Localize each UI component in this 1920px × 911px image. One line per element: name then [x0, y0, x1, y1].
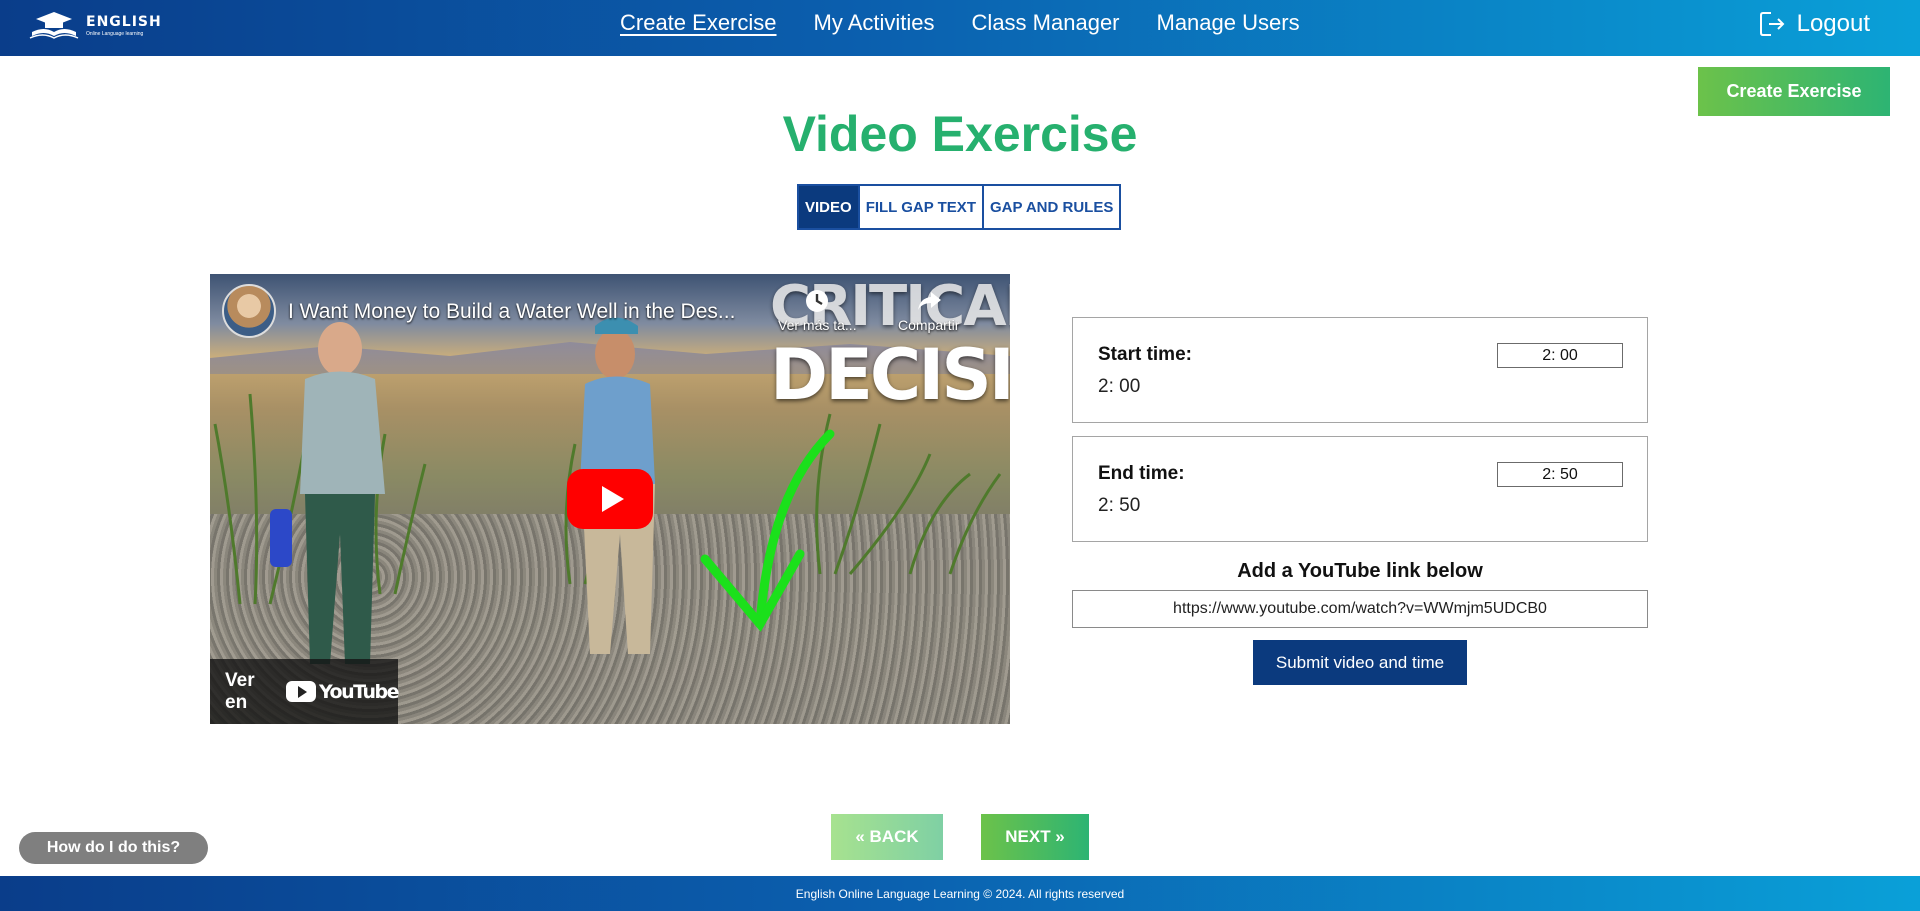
- share-button[interactable]: Compartir: [898, 288, 959, 333]
- end-time-box: End time: 2: 50: [1072, 436, 1648, 542]
- youtube-link-input[interactable]: [1072, 590, 1648, 628]
- watch-later-label: Ver más ta...: [778, 317, 857, 333]
- tab-gap-and-rules[interactable]: GAP AND RULES: [983, 186, 1120, 228]
- end-time-label: End time:: [1098, 463, 1185, 484]
- help-button[interactable]: How do I do this?: [19, 832, 208, 864]
- clock-icon: [806, 290, 829, 312]
- top-navbar: ENGLISH Online Language learning Create …: [0, 0, 1920, 56]
- next-button[interactable]: NEXT »: [981, 814, 1089, 860]
- nav-create-exercise[interactable]: Create Exercise: [620, 10, 777, 36]
- watch-on-label: Ver en: [225, 669, 255, 713]
- graduation-book-icon: [28, 10, 80, 42]
- logout-button[interactable]: Logout: [1759, 10, 1870, 38]
- exercise-tabs: VIDEO FILL GAP TEXT GAP AND RULES: [797, 184, 1122, 230]
- footer-copyright: English Online Language Learning © 2024.…: [795, 886, 1125, 901]
- share-icon: [917, 292, 941, 310]
- logo-title: ENGLISH: [86, 14, 162, 30]
- tab-video[interactable]: VIDEO: [799, 186, 860, 228]
- end-time-value: 2: 50: [1098, 495, 1141, 516]
- start-time-box: Start time: 2: 00: [1072, 317, 1648, 423]
- page-title: Video Exercise: [782, 106, 1138, 162]
- main-nav: Create Exercise My Activities Class Mana…: [620, 10, 1337, 36]
- logout-label: Logout: [1796, 10, 1870, 37]
- tab-fill-gap-text[interactable]: FILL GAP TEXT: [859, 186, 984, 228]
- play-icon: [601, 486, 624, 512]
- back-button[interactable]: « BACK: [831, 814, 943, 860]
- logout-icon: [1759, 12, 1785, 36]
- youtube-play-icon: [286, 681, 317, 702]
- youtube-wordmark: YouTube: [319, 680, 399, 703]
- start-time-input[interactable]: [1497, 343, 1623, 368]
- video-title[interactable]: I Want Money to Build a Water Well in th…: [288, 300, 735, 324]
- youtube-logo: YouTube: [286, 680, 399, 703]
- end-time-input[interactable]: [1497, 462, 1623, 487]
- youtube-link-label: Add a YouTube link below: [1237, 560, 1483, 582]
- logo[interactable]: ENGLISH Online Language learning: [28, 6, 162, 46]
- watch-on-youtube-button[interactable]: Ver en YouTube: [210, 659, 399, 724]
- logo-subtitle: Online Language learning: [86, 31, 144, 37]
- overlay-line-2: DECISION: [770, 334, 1010, 416]
- play-button[interactable]: [567, 469, 653, 529]
- nav-my-activities[interactable]: My Activities: [814, 10, 935, 36]
- footer: English Online Language Learning © 2024.…: [0, 876, 1920, 911]
- watch-later-button[interactable]: Ver más ta...: [778, 288, 857, 333]
- nav-manage-users[interactable]: Manage Users: [1157, 10, 1300, 36]
- start-time-label: Start time:: [1098, 344, 1192, 365]
- youtube-video-player[interactable]: I Want Money to Build a Water Well in th…: [210, 274, 1010, 724]
- share-label: Compartir: [898, 317, 960, 333]
- start-time-value: 2: 00: [1098, 376, 1141, 397]
- channel-avatar[interactable]: [222, 284, 276, 338]
- nav-class-manager[interactable]: Class Manager: [972, 10, 1120, 36]
- submit-video-button[interactable]: Submit video and time: [1253, 640, 1467, 685]
